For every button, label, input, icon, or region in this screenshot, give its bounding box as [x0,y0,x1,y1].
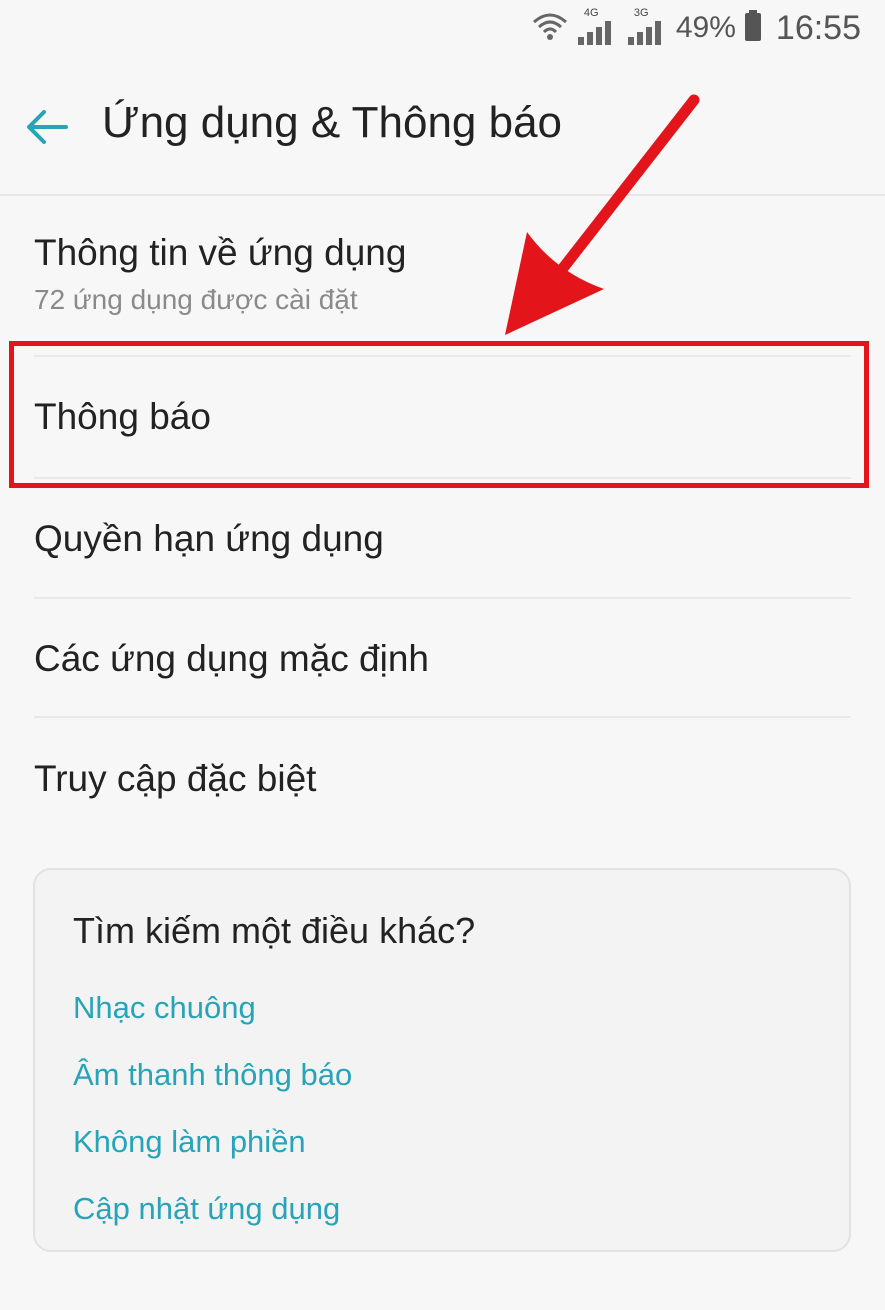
list-item-label: Quyền hạn ứng dụng [34,518,384,559]
list-item-app-permissions[interactable]: Quyền hạn ứng dụng [34,518,851,560]
list-item-app-info[interactable]: Thông tin về ứng dụng 72 ứng dụng được c… [34,232,851,316]
suggestion-link-do-not-disturb[interactable]: Không làm phiền [73,1124,306,1160]
battery-icon [744,9,762,47]
page-title: Ứng dụng & Thông báo [102,98,563,147]
suggestion-card: Tìm kiếm một điều khác? Nhạc chuông Âm t… [33,868,851,1252]
suggestion-link-notification-sound[interactable]: Âm thanh thông báo [73,1057,352,1093]
signal-3g-icon: 3G [626,7,668,45]
app-bar: Ứng dụng & Thông báo [0,58,885,194]
divider [34,716,851,718]
status-bar: 4G 3G 49% 16:55 [0,0,885,58]
list-item-label: Truy cập đặc biệt [34,758,317,799]
signal-4g-icon: 4G [576,7,618,45]
list-item-default-apps[interactable]: Các ứng dụng mặc định [34,638,851,680]
list-item-label: Thông tin về ứng dụng [34,232,407,273]
clock: 16:55 [775,8,861,47]
divider [34,597,851,599]
suggestion-heading: Tìm kiếm một điều khác? [73,910,476,951]
back-arrow-icon[interactable] [24,104,70,150]
list-item-special-access[interactable]: Truy cập đặc biệt [34,758,851,800]
network-type-label: 4G [583,7,599,19]
battery-percent: 49% [675,11,736,44]
status-icons: 4G 3G 49% 16:55 [532,7,861,48]
network-type-label: 3G [633,7,649,19]
list-item-subtitle: 72 ứng dụng được cài đặt [34,284,358,315]
highlight-box [9,341,869,488]
header-divider [0,194,885,196]
wifi-icon [532,10,568,47]
suggestion-link-app-update[interactable]: Cập nhật ứng dụng [73,1191,340,1227]
list-item-label: Các ứng dụng mặc định [34,638,430,679]
suggestion-link-ringtone[interactable]: Nhạc chuông [73,990,256,1026]
